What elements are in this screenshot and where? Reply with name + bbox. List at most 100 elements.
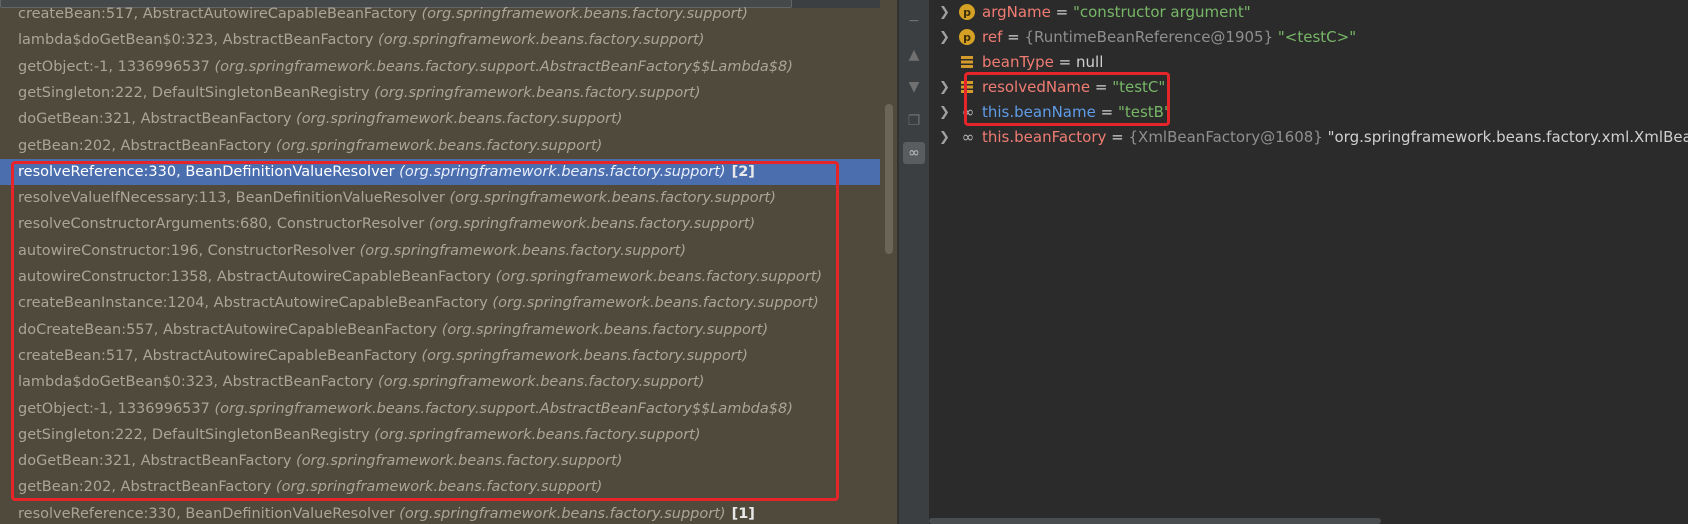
variables-panel: ❯ p argName = "constructor argument" ❯ p ref … [929, 0, 1688, 524]
arrow-up-icon[interactable]: ▲ [903, 44, 925, 66]
variable-equals: = [1053, 53, 1077, 71]
frame-row[interactable]: getBean:202, AbstractBeanFactory (org.sp… [0, 133, 880, 159]
frame-row[interactable]: createBeanInstance:1204, AbstractAutowir… [0, 290, 880, 316]
variable-text: argName = "constructor argument" [982, 0, 1251, 25]
frame-row[interactable]: resolveValueIfNecessary:113, BeanDefinit… [0, 185, 880, 211]
variable-text: this.beanName = "testB" [982, 100, 1171, 125]
frame-method: getSingleton:222, DefaultSingletonBeanRe… [18, 84, 370, 101]
arrow-down-icon[interactable]: ▼ [903, 76, 925, 98]
variable-value: "<testC>" [1277, 28, 1357, 46]
frame-package: (org.springframework.beans.factory.suppo… [214, 58, 793, 75]
chevron-right-icon[interactable]: ❯ [939, 75, 953, 100]
variable-value: "testB" [1117, 103, 1171, 121]
frame-badge: [2] [731, 163, 755, 180]
frame-method: getBean:202, AbstractBeanFactory [18, 479, 272, 496]
frame-row[interactable]: getBean:202, AbstractBeanFactory (org.sp… [0, 474, 880, 500]
frame-package: (org.springframework.beans.factory.suppo… [399, 163, 726, 180]
watches-toggle-icon[interactable]: ∞ [903, 142, 925, 164]
frame-package: (org.springframework.beans.factory.suppo… [492, 295, 819, 312]
parameter-icon: p [959, 29, 975, 45]
variable-row[interactable]: ❯ p ref = {RuntimeBeanReference@1905} "<te… [929, 25, 1688, 50]
variable-row[interactable]: ❯ ∞ this.beanName = "testB" [929, 100, 1688, 125]
frame-row[interactable]: autowireConstructor:1358, AbstractAutowi… [0, 264, 880, 290]
frames-panel: createBean:517, AbstractAutowireCapableB… [0, 0, 897, 524]
frame-row[interactable]: getSingleton:222, DefaultSingletonBeanRe… [0, 80, 880, 106]
frame-package: (org.springframework.beans.factory.suppo… [449, 190, 776, 207]
frame-method: autowireConstructor:196, ConstructorReso… [18, 242, 356, 259]
variable-equals: = [1095, 103, 1118, 121]
chevron-right-icon[interactable]: ❯ [939, 125, 953, 150]
variable-type: {XmlBeanFactory@1608} [1128, 128, 1328, 146]
variable-equals: = [1050, 3, 1073, 21]
frame-package: (org.springframework.beans.factory.suppo… [421, 6, 748, 22]
variable-name: this.beanFactory [982, 128, 1107, 146]
variable-row[interactable]: beanType = null [929, 50, 1688, 75]
frame-row[interactable]: resolveReference:330, BeanDefinitionValu… [0, 501, 880, 524]
frame-package: (org.springframework.beans.factory.suppo… [296, 453, 623, 470]
frame-row[interactable]: createBean:517, AbstractAutowireCapableB… [0, 1, 880, 27]
frame-package: (org.springframework.beans.factory.suppo… [214, 400, 793, 417]
variable-equals: = [1106, 128, 1129, 146]
frame-package: (org.springframework.beans.factory.suppo… [359, 242, 687, 259]
watch-glasses-icon: ∞ [961, 102, 975, 121]
frame-method: resolveReference:330, BeanDefinitionValu… [18, 505, 395, 522]
frames-scrollbar-track[interactable] [880, 0, 897, 524]
minus-icon[interactable]: − [903, 10, 925, 32]
frame-row[interactable]: getObject:-1, 1336996537 (org.springfram… [0, 54, 880, 80]
variable-row[interactable]: ❯ resolvedName = "testC" [929, 75, 1688, 100]
frame-method: createBeanInstance:1204, AbstractAutowir… [18, 295, 488, 312]
frame-method: resolveConstructorArguments:680, Constru… [18, 216, 425, 233]
watch-glasses-icon: ∞ [961, 127, 975, 146]
frame-method: doGetBean:321, AbstractBeanFactory [18, 111, 292, 128]
frame-row[interactable]: getSingleton:222, DefaultSingletonBeanRe… [0, 422, 880, 448]
frames-scrollbar-thumb[interactable] [885, 104, 893, 254]
frame-package: (org.springframework.beans.factory.suppo… [275, 137, 603, 154]
frame-row[interactable]: autowireConstructor:196, ConstructorReso… [0, 238, 880, 264]
variable-text: this.beanFactory = {XmlBeanFactory@1608}… [982, 125, 1688, 150]
variable-name: argName [982, 3, 1051, 21]
variable-type: {RuntimeBeanReference@1905} [1024, 28, 1278, 46]
parameter-icon: p [959, 4, 975, 20]
chevron-right-icon[interactable]: ❯ [939, 0, 953, 25]
frame-package: (org.springframework.beans.factory.suppo… [275, 479, 603, 496]
frame-package: (org.springframework.beans.factory.suppo… [428, 216, 756, 233]
chevron-right-icon[interactable]: ❯ [939, 25, 953, 50]
frame-method: getSingleton:222, DefaultSingletonBeanRe… [18, 426, 370, 443]
variable-value: "constructor argument" [1072, 3, 1251, 21]
frame-method: lambda$doGetBean$0:323, AbstractBeanFact… [18, 374, 374, 391]
variable-value: "testC" [1112, 78, 1166, 96]
frame-row[interactable]: doGetBean:321, AbstractBeanFactory (org.… [0, 448, 880, 474]
frame-row[interactable]: getObject:-1, 1336996537 (org.springfram… [0, 396, 880, 422]
frame-package: (org.springframework.beans.factory.suppo… [441, 321, 769, 338]
frame-package: (org.springframework.beans.factory.suppo… [374, 426, 701, 443]
variable-name: resolvedName [982, 78, 1091, 96]
frame-package: (org.springframework.beans.factory.suppo… [374, 84, 701, 101]
frame-package: (org.springframework.beans.factory.suppo… [421, 347, 748, 364]
variable-row[interactable]: ❯ ∞ this.beanFactory = {XmlBeanFactory@160… [929, 125, 1688, 150]
frame-row[interactable]: resolveReference:330, BeanDefinitionValu… [0, 158, 880, 185]
frame-method: resolveReference:330, BeanDefinitionValu… [18, 163, 395, 180]
variable-equals: = [1002, 28, 1025, 46]
frame-row[interactable]: lambda$doGetBean$0:323, AbstractBeanFact… [0, 369, 880, 395]
variable-row[interactable]: ❯ p argName = "constructor argument" [929, 0, 1688, 25]
copy-icon[interactable]: ❐ [903, 110, 925, 132]
field-icon [959, 54, 975, 70]
frame-method: getObject:-1, 1336996537 [18, 400, 210, 417]
frame-row[interactable]: doCreateBean:557, AbstractAutowireCapabl… [0, 317, 880, 343]
frame-method: autowireConstructor:1358, AbstractAutowi… [18, 269, 492, 285]
frame-package: (org.springframework.beans.factory.suppo… [378, 374, 705, 391]
variable-value: null [1076, 53, 1104, 71]
frame-row[interactable]: doGetBean:321, AbstractBeanFactory (org.… [0, 106, 880, 132]
frame-row[interactable]: resolveConstructorArguments:680, Constru… [0, 211, 880, 237]
variable-equals: = [1090, 78, 1113, 96]
variable-name: beanType [982, 53, 1054, 71]
variable-value: "org.springframework.beans.factory.xml.X… [1327, 128, 1688, 146]
variable-text: resolvedName = "testC" [982, 75, 1165, 100]
chevron-right-icon[interactable]: ❯ [939, 100, 953, 125]
debug-toolstrip: − ▲ ▼ ❐ ∞ [899, 0, 929, 524]
frame-row[interactable]: lambda$doGetBean$0:323, AbstractBeanFact… [0, 27, 880, 53]
frame-package: (org.springframework.beans.factory.suppo… [378, 32, 705, 49]
frame-row[interactable]: createBean:517, AbstractAutowireCapableB… [0, 343, 880, 369]
variable-name: ref [982, 28, 1003, 46]
variables-hscrollbar[interactable] [929, 518, 1381, 524]
